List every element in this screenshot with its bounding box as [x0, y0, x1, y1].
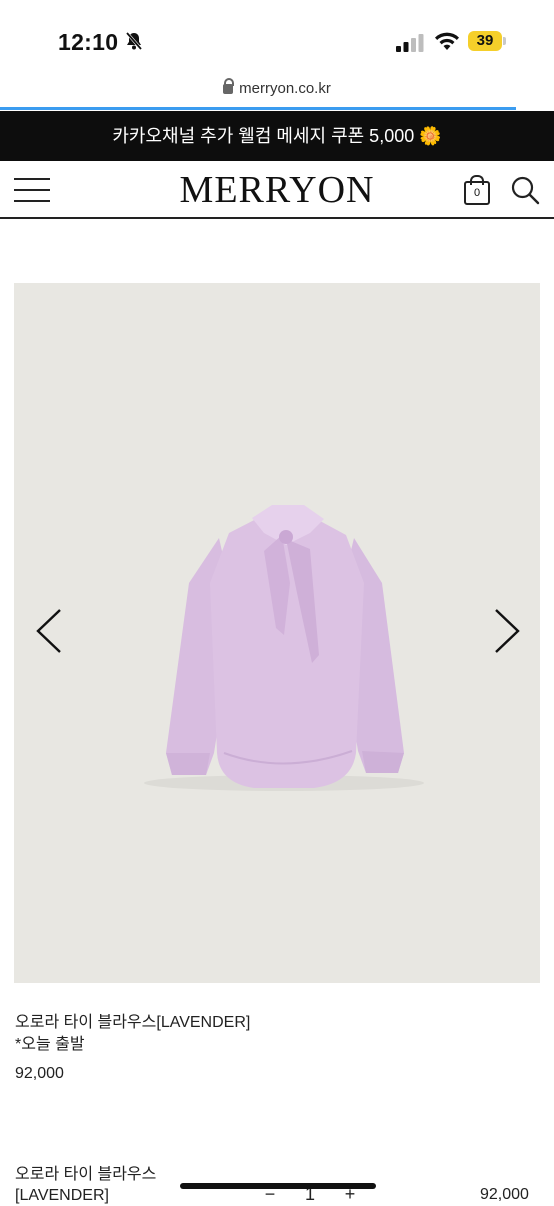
product-info: 오로라 타이 블라우스[LAVENDER] *오늘 출발 [15, 1012, 250, 1056]
home-indicator[interactable] [180, 1183, 376, 1189]
bell-slash-icon [125, 32, 143, 50]
battery-cap [503, 37, 506, 45]
search-icon[interactable] [510, 175, 540, 205]
shopping-bag-icon[interactable]: 0 [464, 175, 490, 205]
sticky-price: 92,000 [480, 1186, 529, 1203]
blouse-illustration [144, 505, 424, 791]
battery-level: 39 [468, 31, 502, 51]
signal-icon [396, 34, 424, 52]
chevron-left-icon[interactable] [32, 606, 66, 656]
address-bar[interactable]: merryon.co.kr [0, 78, 554, 104]
wifi-icon [435, 32, 459, 50]
promo-banner[interactable]: 카카오채널 추가 웰컴 메세지 쿠폰 5,000 🌼 [0, 111, 554, 161]
chevron-right-icon[interactable] [490, 606, 524, 656]
site-header: MERRYON 0 [0, 161, 554, 219]
url-text: merryon.co.kr [239, 80, 331, 97]
status-time: 12:10 [58, 29, 119, 55]
cart-count: 0 [464, 181, 490, 205]
product-name[interactable]: 오로라 타이 블라우스[LAVENDER] [15, 1012, 250, 1034]
product-shipping-note: *오늘 출발 [15, 1036, 85, 1053]
product-price: 92,000 [15, 1065, 64, 1082]
status-bar: 12:10 39 [0, 0, 554, 80]
page-load-progress [0, 107, 516, 110]
product-image[interactable] [14, 283, 540, 983]
battery-indicator: 39 [468, 31, 506, 51]
lock-icon [223, 78, 235, 94]
